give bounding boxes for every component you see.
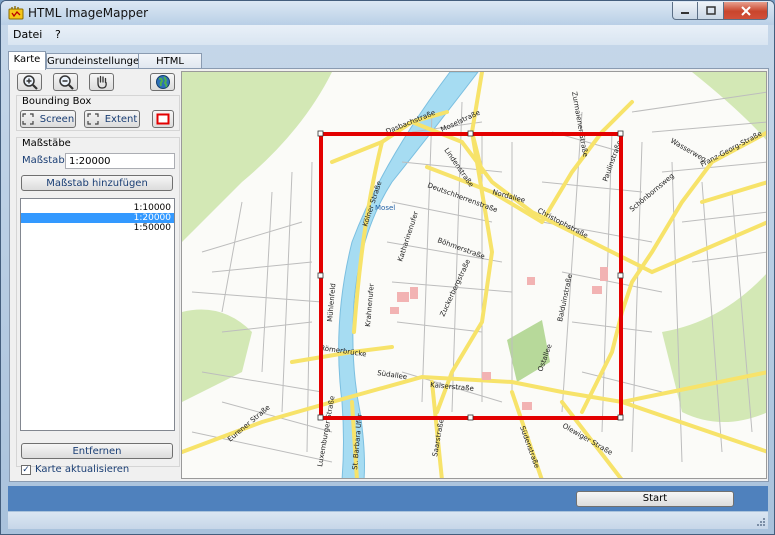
- bbox-handle-s: [467, 414, 474, 421]
- maximize-icon: [705, 6, 716, 15]
- full-extent-button[interactable]: [150, 73, 175, 91]
- bbox-handle-nw: [317, 130, 324, 137]
- refresh-map-label: Karte aktualisieren: [35, 464, 130, 475]
- zoom-in-button[interactable]: [17, 73, 42, 91]
- minimize-icon: [681, 11, 689, 14]
- scales-label: Maßstäbe: [22, 138, 71, 149]
- bbox-handle-n: [467, 130, 474, 137]
- tab-grundeinstellungen[interactable]: Grundeinstellungen: [46, 53, 146, 69]
- screen-button[interactable]: Screen: [20, 110, 76, 128]
- globe-icon: [155, 75, 170, 89]
- minimize-button[interactable]: [672, 2, 698, 20]
- title-bar[interactable]: HTML ImageMapper: [1, 1, 774, 25]
- screen-button-label: Screen: [39, 113, 75, 125]
- bbox-handle-se: [617, 414, 624, 421]
- bbox-handle-w: [317, 272, 324, 279]
- list-item-selected[interactable]: 1:20000: [21, 213, 174, 223]
- scale-input[interactable]: 1:20000: [65, 153, 175, 169]
- expand-arrows-icon: [87, 113, 99, 125]
- status-bar: [8, 512, 768, 529]
- window-title: HTML ImageMapper: [28, 6, 149, 20]
- bbox-handle-e: [617, 272, 624, 279]
- bbox-handle-sw: [317, 414, 324, 421]
- expand-arrows-icon: [22, 113, 34, 125]
- menu-help[interactable]: ?: [55, 28, 61, 41]
- action-bar: Start: [8, 486, 768, 511]
- zoom-in-icon: [22, 75, 38, 90]
- add-scale-button[interactable]: Maßstab hinzufügen: [21, 175, 173, 191]
- zoom-out-button[interactable]: [53, 73, 78, 91]
- tab-html-export[interactable]: HTML Export: [138, 53, 202, 82]
- close-button[interactable]: [724, 2, 768, 20]
- bounding-box-label: Bounding Box: [22, 96, 92, 107]
- karte-panel: Bounding Box Screen Extent Maßstäbe Maßs…: [9, 68, 769, 482]
- bbox-handle-ne: [617, 130, 624, 137]
- resize-grip-icon[interactable]: [756, 517, 766, 527]
- close-icon: [740, 5, 751, 16]
- tab-karte[interactable]: Karte: [8, 51, 46, 70]
- draw-bbox-button[interactable]: [152, 110, 174, 128]
- river-label: Mosel: [375, 204, 395, 212]
- extent-button[interactable]: Extent: [84, 110, 140, 128]
- list-item[interactable]: 1:50000: [21, 223, 174, 233]
- scale-field-label: Maßstab:: [22, 155, 69, 166]
- zoom-out-icon: [58, 75, 74, 90]
- start-button[interactable]: Start: [576, 491, 734, 507]
- list-item[interactable]: 1:10000: [21, 203, 174, 213]
- refresh-map-checkbox[interactable]: ✓: [21, 465, 31, 475]
- menu-datei[interactable]: Datei: [13, 28, 42, 41]
- map-canvas[interactable]: Mosel Dasbachstraße Moselstraße Zurmaien…: [182, 72, 767, 479]
- map-view[interactable]: Mosel Dasbachstraße Moselstraße Zurmaien…: [181, 71, 767, 479]
- remove-scale-button[interactable]: Entfernen: [21, 443, 173, 459]
- hand-icon: [96, 75, 107, 89]
- app-logo-icon: [8, 6, 24, 20]
- app-window: HTML ImageMapper Datei ? Karte Grundeins…: [0, 0, 775, 535]
- menu-bar: Datei ?: [8, 25, 768, 45]
- red-rectangle-icon: [156, 113, 170, 125]
- scale-list[interactable]: 1:10000 1:20000 1:50000: [20, 198, 175, 431]
- extent-button-label: Extent: [104, 113, 138, 125]
- pan-button[interactable]: [89, 73, 114, 91]
- maximize-button[interactable]: [698, 2, 724, 20]
